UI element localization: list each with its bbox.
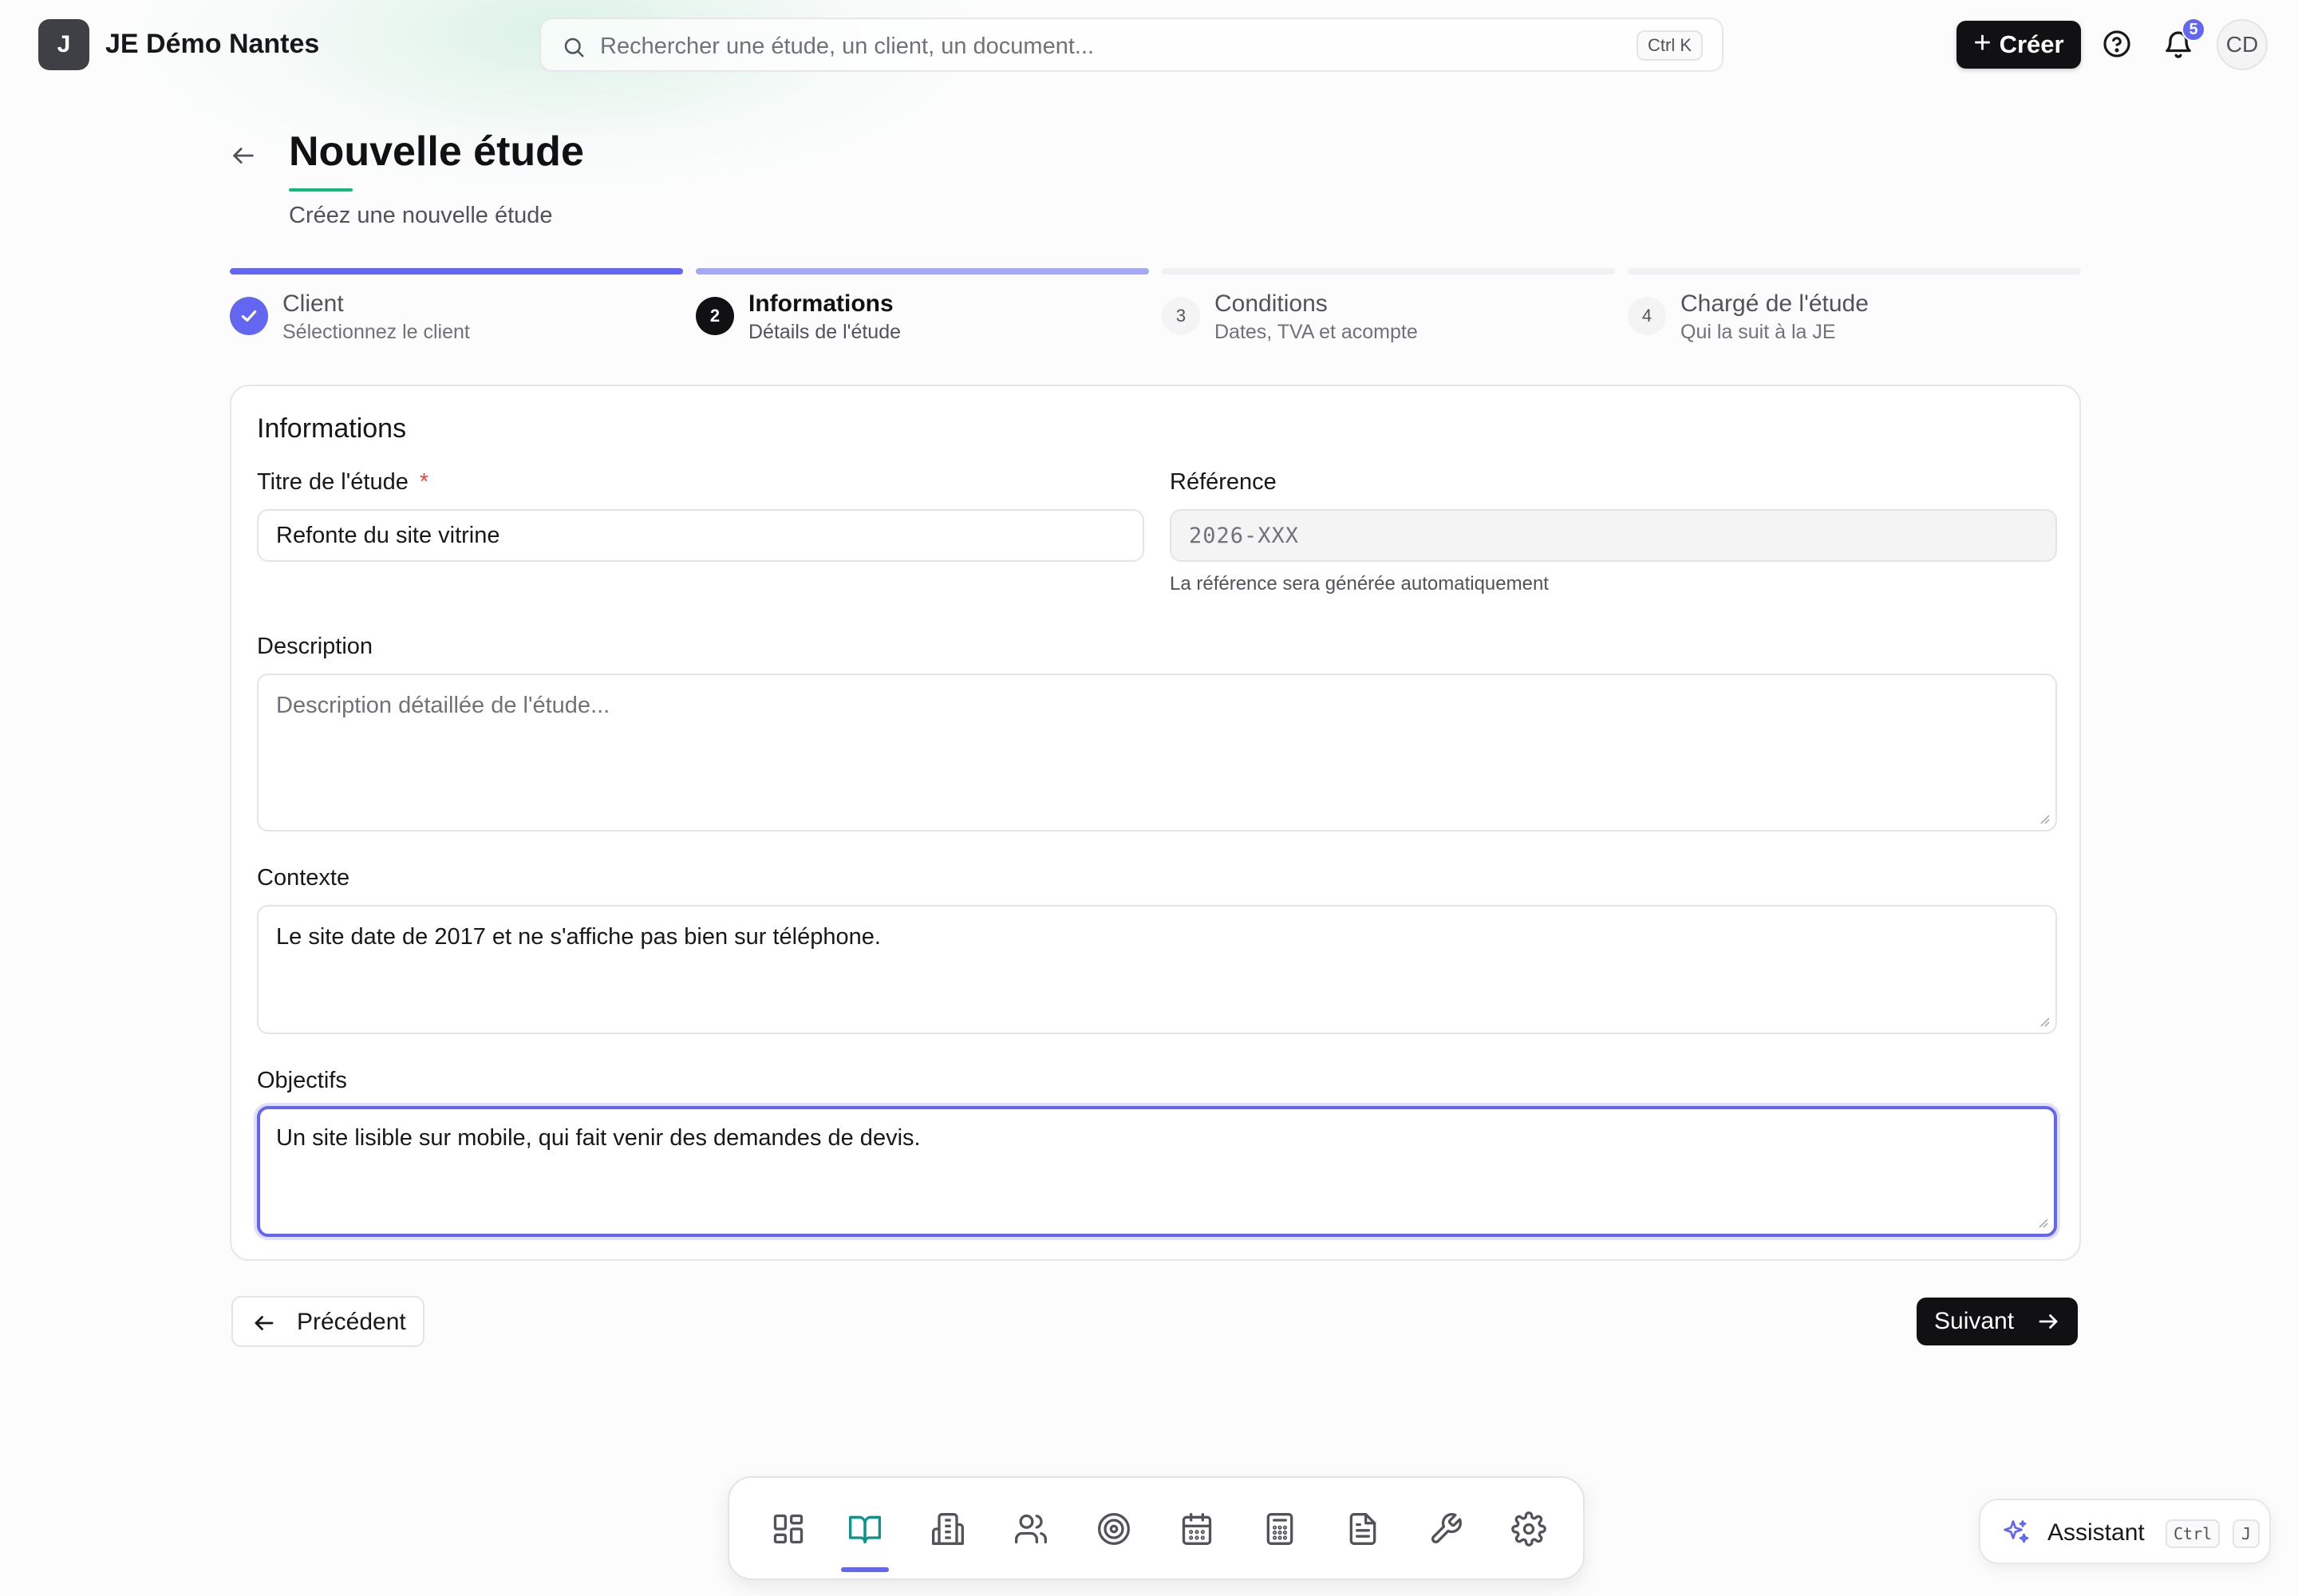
building-icon xyxy=(932,1513,964,1545)
dock-tresorerie[interactable] xyxy=(1251,1500,1309,1558)
check-icon xyxy=(241,310,257,322)
plus-icon: + xyxy=(1973,26,1992,60)
step-conditions[interactable]: 3 Conditions Dates, TVA et acompte xyxy=(1162,268,1615,356)
step-number: 3 xyxy=(1162,297,1200,335)
title-underline xyxy=(289,188,353,192)
objectifs-textarea[interactable]: Un site lisible sur mobile, qui fait ven… xyxy=(257,1106,2057,1237)
dock-objectifs[interactable] xyxy=(1085,1500,1143,1558)
step-progress-bar xyxy=(696,268,1149,275)
step-progress-bar xyxy=(1628,268,2081,275)
contexte-value: Le site date de 2017 et ne s'affiche pas… xyxy=(276,924,881,950)
step-description: Qui la suit à la JE xyxy=(1680,321,1836,343)
contexte-label: Contexte xyxy=(257,865,350,891)
search-shortcut-hint: Ctrl K xyxy=(1637,30,1703,61)
wizard-stepper: Client Sélectionnez le client 2 Informat… xyxy=(230,268,2081,356)
assistant-shortcut-key: J xyxy=(2233,1519,2260,1548)
objectifs-value: Un site lisible sur mobile, qui fait ven… xyxy=(276,1125,921,1151)
contexte-textarea[interactable]: Le site date de 2017 et ne s'affiche pas… xyxy=(257,905,2057,1034)
step-title: Client xyxy=(282,290,344,317)
page-subtitle: Créez une nouvelle étude xyxy=(289,203,553,228)
step-client[interactable]: Client Sélectionnez le client xyxy=(230,268,683,356)
previous-button[interactable]: Précédent xyxy=(231,1296,424,1347)
previous-button-label: Précédent xyxy=(297,1309,406,1335)
wrench-icon xyxy=(1431,1513,1462,1543)
titre-input[interactable]: Refonte du site vitrine xyxy=(257,509,1144,562)
titre-label-text: Titre de l'étude xyxy=(257,469,409,495)
back-arrow-icon[interactable] xyxy=(230,142,257,169)
titre-label: Titre de l'étude * xyxy=(257,469,428,496)
step-title: Informations xyxy=(748,290,894,317)
description-textarea[interactable]: Description détaillée de l'étude... xyxy=(257,674,2057,832)
create-button-label: Créer xyxy=(1999,30,2064,58)
create-button[interactable]: + Créer xyxy=(1956,21,2081,69)
step-number: 2 xyxy=(696,297,734,335)
search-input[interactable]: Rechercher une étude, un client, un docu… xyxy=(600,34,1094,60)
reference-label: Référence xyxy=(1170,469,1277,495)
dock-outils[interactable] xyxy=(1417,1500,1475,1558)
dock-membres[interactable] xyxy=(1002,1500,1060,1558)
assistant-shortcut-mod: Ctrl xyxy=(2166,1519,2221,1548)
next-button-label: Suivant xyxy=(1934,1308,2015,1334)
resize-handle-icon[interactable] xyxy=(2036,1216,2049,1229)
step-progress-bar xyxy=(1162,268,1615,275)
description-label: Description xyxy=(257,634,373,659)
dock-dashboard[interactable] xyxy=(760,1500,817,1558)
resize-handle-icon[interactable] xyxy=(2038,1015,2051,1028)
step-description: Dates, TVA et acompte xyxy=(1214,321,1418,343)
assistant-label: Assistant xyxy=(2047,1519,2145,1546)
objectifs-label: Objectifs xyxy=(257,1068,347,1093)
next-button[interactable]: Suivant xyxy=(1917,1298,2078,1345)
dashboard-grid-icon xyxy=(773,1514,804,1544)
calendar-icon xyxy=(1182,1513,1212,1545)
top-header: J JE Démo Nantes Rechercher une étude, u… xyxy=(0,0,2298,89)
help-icon[interactable] xyxy=(2102,29,2132,59)
step-completed-check xyxy=(230,297,268,335)
description-placeholder: Description détaillée de l'étude... xyxy=(276,693,610,718)
gear-icon xyxy=(1511,1511,1546,1547)
informations-card: Informations Titre de l'étude * Refonte d… xyxy=(230,385,2081,1261)
reference-input: 2026-XXX xyxy=(1170,509,2057,562)
arrow-left-icon xyxy=(255,1316,274,1330)
dock-parametres[interactable] xyxy=(1500,1500,1558,1558)
step-charge-etude[interactable]: 4 Chargé de l'étude Qui la suit à la JE xyxy=(1628,268,2081,356)
step-progress-bar xyxy=(230,268,683,275)
page-title: Nouvelle étude xyxy=(289,128,584,175)
step-title: Conditions xyxy=(1214,290,1328,317)
step-informations[interactable]: 2 Informations Détails de l'étude xyxy=(696,268,1149,356)
dock-active-indicator xyxy=(841,1567,889,1572)
target-icon xyxy=(1098,1513,1130,1545)
search-icon xyxy=(564,38,584,57)
notification-count-badge: 5 xyxy=(2182,18,2205,41)
users-icon xyxy=(1015,1514,1047,1544)
user-avatar[interactable]: CD xyxy=(2217,19,2268,70)
bottom-dock xyxy=(728,1476,1585,1580)
assistant-button[interactable]: Assistant Ctrl J xyxy=(1979,1499,2271,1564)
step-title: Chargé de l'étude xyxy=(1680,290,1869,317)
step-description: Sélectionnez le client xyxy=(282,321,470,343)
org-name[interactable]: JE Démo Nantes xyxy=(105,29,319,60)
step-description: Détails de l'étude xyxy=(748,321,902,343)
resize-handle-icon[interactable] xyxy=(2038,812,2051,825)
sparkles-icon xyxy=(2004,1520,2029,1543)
card-title: Informations xyxy=(257,413,407,444)
open-book-icon xyxy=(849,1515,881,1544)
step-number: 4 xyxy=(1628,297,1666,335)
global-search[interactable]: Rechercher une étude, un client, un docu… xyxy=(539,18,1724,72)
document-icon xyxy=(1349,1513,1376,1545)
dock-clients[interactable] xyxy=(919,1500,977,1558)
org-logo[interactable]: J xyxy=(38,19,89,70)
dock-etudes[interactable] xyxy=(836,1500,894,1558)
required-marker: * xyxy=(419,469,429,495)
calculator-icon xyxy=(1266,1513,1293,1545)
dock-documents[interactable] xyxy=(1334,1500,1392,1558)
arrow-right-icon xyxy=(2039,1314,2058,1329)
dock-calendrier[interactable] xyxy=(1168,1500,1226,1558)
reference-hint: La référence sera générée automatiquemen… xyxy=(1170,573,1549,595)
